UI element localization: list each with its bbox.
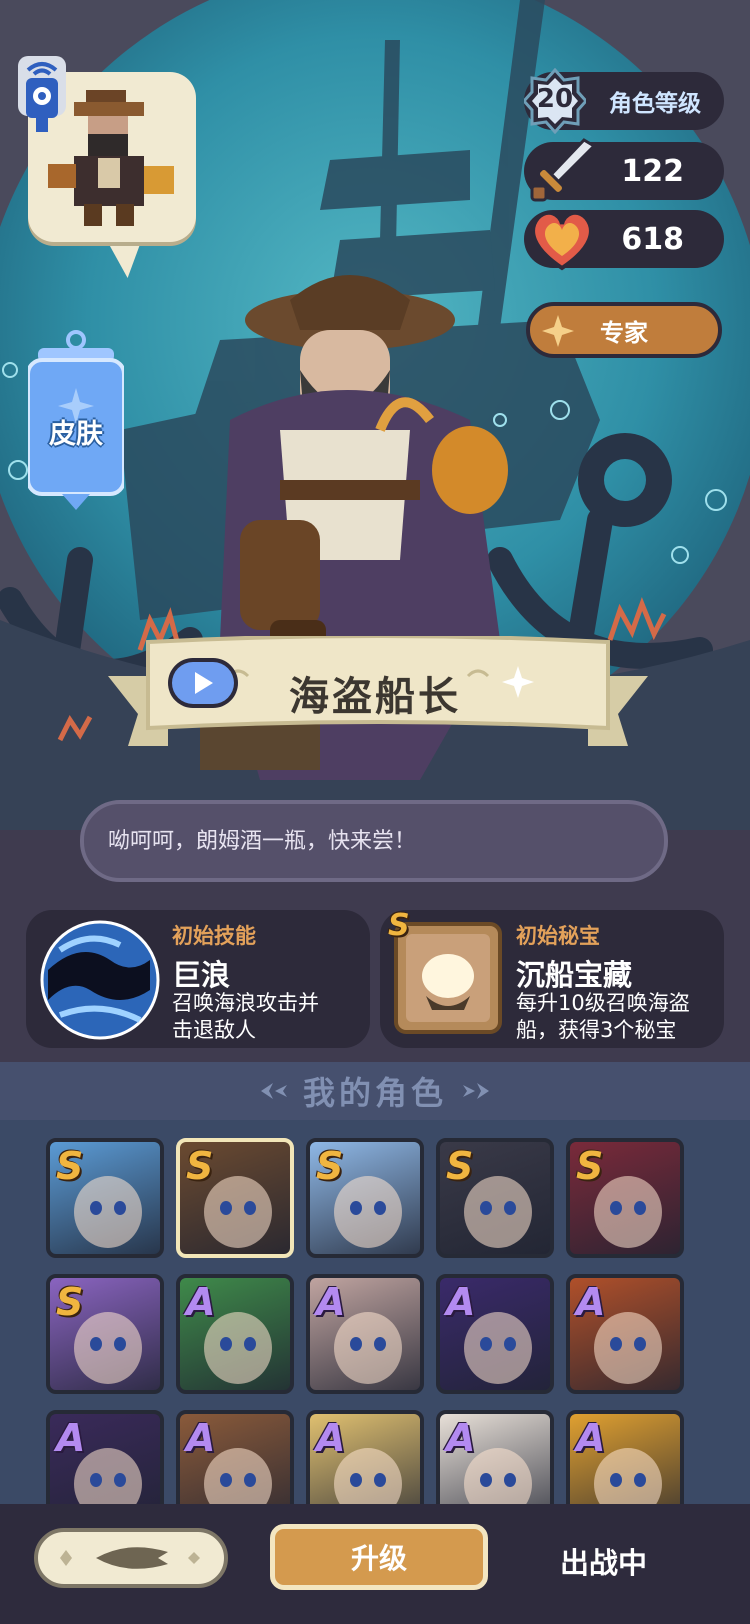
hero-tile[interactable]: A [306,1410,424,1504]
hero-grade: A [446,1416,476,1460]
roster-header: 我的角色 [0,1062,750,1120]
hero-tile[interactable]: A [566,1410,684,1504]
hero-tile[interactable]: A [436,1410,554,1504]
roster-grid: S S S S S S A A A A A A A A A [0,1120,750,1504]
heart-icon [531,210,593,271]
treasure-name: 沉船宝藏 [516,958,633,992]
upgrade-button[interactable]: 升级 [270,1524,488,1590]
hero-grade: S [186,1144,214,1188]
hero-grade: A [576,1280,606,1324]
hp-value: 618 [621,221,684,257]
wave-skill-icon [40,920,160,1040]
back-button[interactable] [34,1528,228,1588]
hero-tile[interactable]: A [176,1410,294,1504]
character-name: 海盗船长 [289,674,461,720]
back-ornament-icon [60,1547,200,1569]
hero-tile[interactable]: A [46,1410,164,1504]
treasure-desc-line1: 每升10级召唤海盗 [516,991,690,1015]
hero-tile[interactable]: S [306,1138,424,1258]
initial-skill-card[interactable]: 初始技能 巨浪 召唤海浪攻击并 击退敌人 [26,910,370,1048]
deployed-status[interactable]: 出战中 [560,1540,647,1582]
hero-grade: A [56,1416,86,1460]
hero-grade: A [186,1280,216,1324]
skill-name: 巨浪 [172,958,231,992]
skill-title: 初始技能 [172,924,256,948]
level-label: 角色等级 [609,91,701,117]
hero-tile[interactable]: A [566,1274,684,1394]
hero-tile[interactable]: A [176,1274,294,1394]
hero-tile[interactable]: S [46,1274,164,1394]
rank-label: 专家 [600,318,648,347]
skill-desc-line1: 召唤海浪攻击并 [172,991,319,1015]
level-value: 20 [536,84,574,114]
hero-tile[interactable]: S [436,1138,554,1258]
initial-treasure-card[interactable]: S 初始秘宝 沉船宝藏 每升10级召唤海盗 船，获得3个秘宝 [380,908,724,1048]
treasure-desc-line2: 船，获得3个秘宝 [516,1018,677,1042]
left-ornament-icon [260,1083,287,1099]
attack-value: 122 [621,153,684,189]
sword-icon [530,138,597,202]
hero-grade: A [316,1280,346,1324]
hero-tile[interactable]: A [436,1274,554,1394]
character-quote: 呦呵呵，朗姆酒一瓶，快来尝！ [108,829,417,854]
hero-grade: A [316,1416,346,1460]
sparkle-icon [542,315,574,347]
hero-tile[interactable]: S [176,1138,294,1258]
treasure-grade: S [388,908,410,943]
treasure-title: 初始秘宝 [516,924,600,948]
hero-grade: S [446,1144,474,1188]
signal-icon [18,56,66,132]
skill-desc-line2: 击退敌人 [172,1018,256,1042]
hero-tile[interactable]: S [566,1138,684,1258]
right-ornament-icon [463,1083,489,1099]
hero-tile[interactable]: S [46,1138,164,1258]
hero-grade: A [446,1280,476,1324]
hero-tile[interactable]: A [306,1274,424,1394]
hero-grade: S [316,1144,344,1188]
roster-title: 我的角色 [302,1074,447,1112]
hero-grade: A [576,1416,606,1460]
play-icon[interactable] [172,662,234,704]
hero-grade: A [186,1416,216,1460]
hero-grade: S [56,1280,84,1324]
skin-label[interactable]: 皮肤 [28,412,124,451]
hero-grade: S [576,1144,604,1188]
hero-grade: S [56,1144,84,1188]
upgrade-label: 升级 [350,1542,407,1575]
